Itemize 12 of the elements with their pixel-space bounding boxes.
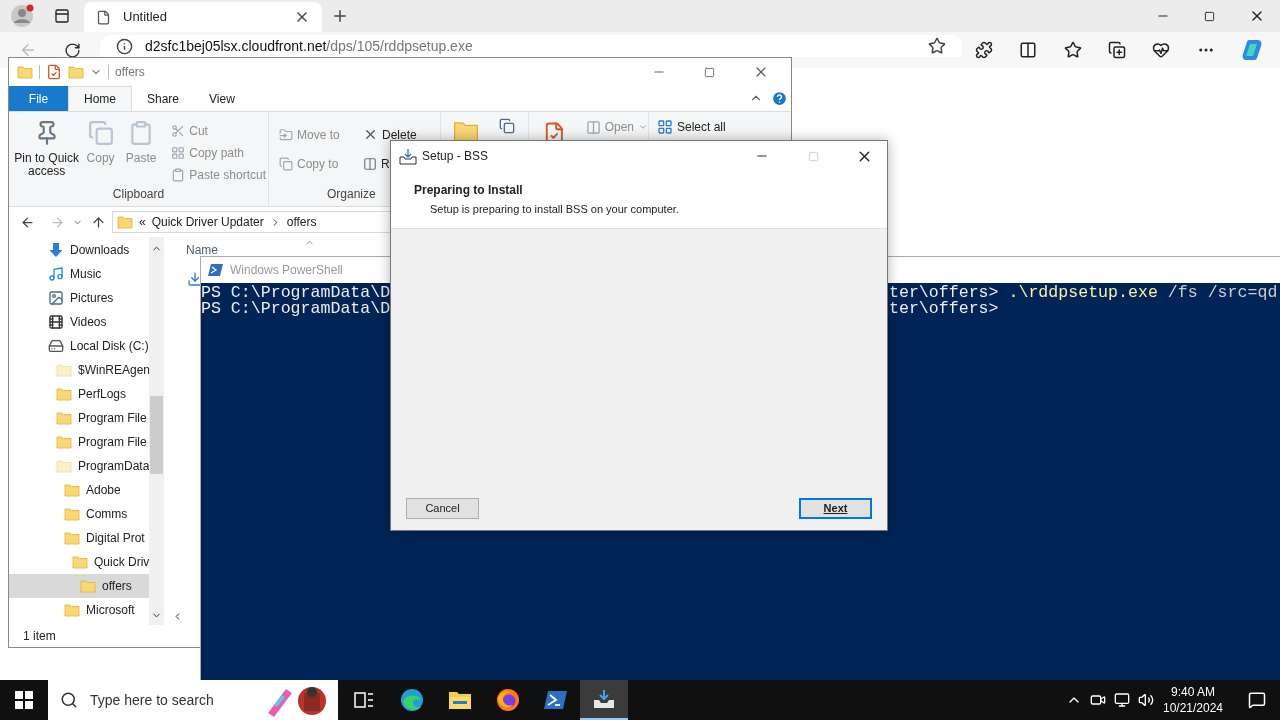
console-line: PS C:\ProgramData\D xyxy=(201,285,391,301)
window-title: Setup - BSS xyxy=(422,148,489,165)
console-line: ter\offers> xyxy=(889,301,1000,317)
status-text: 1 item xyxy=(23,628,56,645)
window-title: offers xyxy=(115,64,145,81)
dialog-subheading: Setup is preparing to install BSS on your computer. xyxy=(429,202,680,217)
window-title: Windows PowerShell xyxy=(230,262,343,279)
console-line: ter\offers> .\rddpsetup.exe /fs /src=qd xyxy=(889,285,1279,301)
console-line: PS C:\ProgramData\D xyxy=(201,301,391,317)
dialog-heading: Preparing to Install xyxy=(414,182,524,199)
url-text: d2sfc1bej05lsx.cloudfront.net/dps/105/rddpsetup.exe xyxy=(145,36,473,56)
group-label: Clipboard xyxy=(111,186,166,203)
